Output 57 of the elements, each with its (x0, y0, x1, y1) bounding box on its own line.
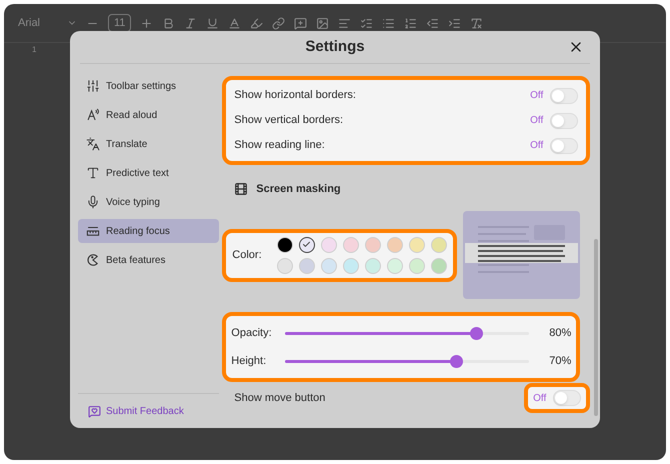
sidebar-item[interactable]: Reading focus (78, 219, 220, 243)
setting-label: Show move button (234, 390, 326, 406)
toggle-switch[interactable] (553, 390, 582, 406)
link-icon[interactable] (272, 16, 286, 30)
feedback-link[interactable]: Submit Feedback (106, 404, 184, 418)
ruler-icon (86, 224, 100, 238)
feedback-icon (88, 404, 101, 418)
slider-label: Height: (231, 354, 268, 369)
color-label: Color: (232, 248, 262, 263)
toggle-state: Off (530, 114, 544, 128)
setting-label: Show vertical borders: (234, 113, 344, 128)
translate-icon (86, 137, 100, 151)
toggle-switch[interactable] (550, 138, 578, 154)
sidebar-item[interactable]: Beta features (78, 248, 220, 272)
sidebar-item[interactable]: Read aloud (78, 103, 220, 127)
image-icon[interactable] (316, 16, 330, 30)
ruler-number: 1 (32, 44, 36, 56)
sidebar-item[interactable]: Voice typing (78, 190, 220, 214)
sidebar-item[interactable]: Translate (78, 132, 220, 156)
text-color-icon[interactable] (228, 16, 242, 30)
sidebar-item[interactable]: Predictive text (78, 161, 220, 185)
align-icon[interactable] (338, 16, 352, 30)
underline-icon[interactable] (206, 16, 220, 30)
check-icon (302, 240, 312, 249)
setting-label: Show reading line: (234, 138, 326, 154)
toggle-state: Off (530, 139, 544, 153)
toggle-state: Off (530, 89, 544, 103)
text-icon (86, 166, 100, 180)
color-swatch[interactable] (298, 236, 315, 252)
indent-icon[interactable] (448, 16, 462, 30)
slider-thumb[interactable] (450, 354, 464, 368)
toggle-switch[interactable] (550, 88, 578, 104)
scrollbar[interactable] (594, 239, 598, 416)
bold-icon[interactable] (162, 16, 176, 30)
italic-icon[interactable] (184, 16, 198, 30)
toggle-switch[interactable] (550, 112, 578, 128)
plus-icon[interactable] (140, 16, 154, 30)
checklist-icon[interactable] (360, 16, 374, 30)
comment-icon[interactable] (294, 16, 308, 30)
section-title: Screen masking (256, 182, 341, 197)
slider-value: 80% (549, 326, 572, 341)
clear-format-icon[interactable] (470, 16, 484, 30)
highlighter-icon[interactable] (250, 16, 264, 30)
sidebar-item[interactable]: Toolbar settings (78, 74, 220, 98)
setting-label: Show horizontal borders: (234, 88, 357, 104)
microphone-icon (86, 195, 100, 209)
pacman-icon (86, 253, 100, 267)
numbered-list-icon[interactable] (404, 16, 418, 30)
slider-label: Opacity: (231, 326, 273, 341)
slider-value: 70% (549, 354, 572, 369)
letter-sound-icon (86, 108, 100, 122)
slider-thumb[interactable] (470, 326, 483, 340)
dialog-title: Settings (305, 36, 365, 57)
toggle-state: Off (533, 392, 546, 406)
tools-icon (86, 79, 100, 93)
outdent-icon[interactable] (426, 16, 440, 30)
film-icon (234, 182, 248, 196)
